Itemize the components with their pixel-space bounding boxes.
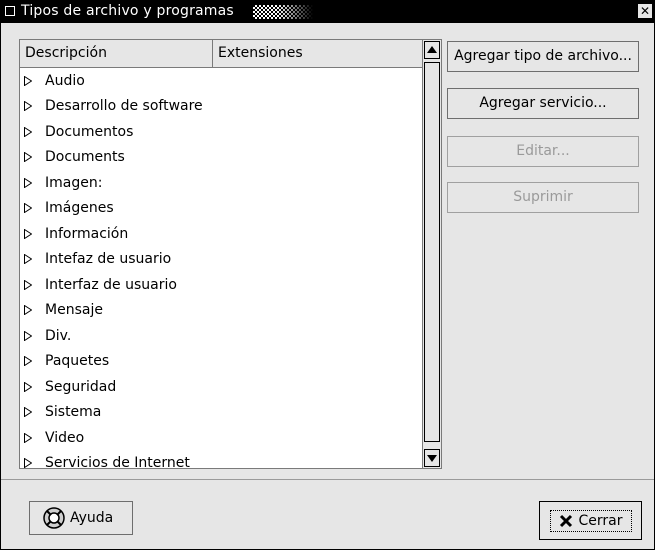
add-file-type-button[interactable]: Agregar tipo de archivo... — [447, 41, 639, 72]
list-header: Descripción Extensiones — [20, 40, 422, 68]
list-item-label: Video — [45, 429, 85, 446]
title-bar[interactable]: Tipos de archivo y programas ✕ — [1, 1, 654, 23]
list-item[interactable]: Sistema — [20, 400, 422, 426]
expander-icon[interactable] — [24, 279, 32, 290]
list-item[interactable]: Documentos — [20, 119, 422, 145]
list-item[interactable]: Paquetes — [20, 349, 422, 375]
expander-icon[interactable] — [24, 356, 32, 367]
list-item[interactable]: Div. — [20, 323, 422, 349]
expander-icon[interactable] — [24, 432, 32, 443]
list-item-label: Imagen: — [45, 174, 103, 191]
list-item-label: Div. — [45, 327, 72, 344]
close-x-icon — [559, 514, 572, 527]
close-window-icon[interactable]: ✕ — [638, 4, 652, 18]
list-item-label: Audio — [45, 72, 85, 89]
help-lifebuoy-icon — [43, 507, 65, 529]
close-button-focus: Cerrar — [549, 509, 632, 532]
arrow-down-icon — [427, 455, 437, 462]
help-button[interactable]: Ayuda — [29, 501, 133, 535]
expander-icon[interactable] — [24, 101, 32, 112]
expander-icon[interactable] — [24, 75, 32, 86]
scrollbar-thumb[interactable] — [424, 62, 440, 442]
close-button-label: Cerrar — [578, 512, 623, 529]
list-item-label: Sistema — [45, 404, 102, 421]
list-item[interactable]: Intefaz de usuario — [20, 247, 422, 273]
vertical-scrollbar[interactable] — [422, 40, 441, 468]
column-header-extensions[interactable]: Extensiones — [213, 40, 422, 67]
expander-icon[interactable] — [24, 330, 32, 341]
arrow-up-icon — [427, 46, 437, 53]
window-menu-icon[interactable] — [5, 6, 15, 16]
list-item-label: Intefaz de usuario — [45, 251, 172, 268]
list-item[interactable]: Audio — [20, 68, 422, 94]
expander-icon[interactable] — [24, 203, 32, 214]
list-item-label: Servicios de Internet — [45, 455, 190, 468]
window-title: Tipos de archivo y programas — [21, 3, 234, 19]
list-item[interactable]: Seguridad — [20, 374, 422, 400]
list-item[interactable]: Mensaje — [20, 298, 422, 324]
list-item[interactable]: Servicios de Internet — [20, 451, 422, 468]
expander-icon[interactable] — [24, 458, 32, 468]
scroll-down-button[interactable] — [424, 449, 440, 467]
expander-icon[interactable] — [24, 407, 32, 418]
expander-icon[interactable] — [24, 152, 32, 163]
list-item-label: Documents — [45, 149, 125, 166]
expander-icon[interactable] — [24, 126, 32, 137]
delete-button[interactable]: Suprimir — [447, 182, 639, 213]
footer-separator — [1, 479, 654, 480]
add-service-button[interactable]: Agregar servicio... — [447, 88, 639, 119]
list-item-label: Seguridad — [45, 378, 117, 395]
list-item[interactable]: Desarrollo de software — [20, 94, 422, 120]
close-button[interactable]: Cerrar — [539, 501, 642, 540]
edit-button[interactable]: Editar... — [447, 136, 639, 167]
list-item-label: Mensaje — [45, 302, 103, 319]
list-item-label: Documentos — [45, 123, 134, 140]
list-rows: Audio Desarrollo de software Documentos … — [20, 68, 422, 468]
list-item[interactable]: Video — [20, 425, 422, 451]
column-header-description[interactable]: Descripción — [20, 40, 213, 67]
file-types-dialog: Tipos de archivo y programas ✕ Descripci… — [0, 0, 655, 550]
list-item[interactable]: Documents — [20, 145, 422, 171]
help-button-label: Ayuda — [70, 510, 114, 526]
list-item-label: Desarrollo de software — [45, 98, 203, 115]
expander-icon[interactable] — [24, 254, 32, 265]
list-item[interactable]: Interfaz de usuario — [20, 272, 422, 298]
expander-icon[interactable] — [24, 228, 32, 239]
list-item[interactable]: Imagen: — [20, 170, 422, 196]
expander-icon[interactable] — [24, 305, 32, 316]
expander-icon[interactable] — [24, 177, 32, 188]
list-item-label: Paquetes — [45, 353, 110, 370]
list-item-label: Imágenes — [45, 200, 114, 217]
list-item-label: Información — [45, 225, 129, 242]
list-item-label: Interfaz de usuario — [45, 276, 177, 293]
title-bar-pattern — [253, 5, 313, 19]
file-type-list: Descripción Extensiones Audio Desarrollo… — [19, 39, 442, 469]
scroll-up-button[interactable] — [424, 41, 440, 59]
expander-icon[interactable] — [24, 381, 32, 392]
list-item[interactable]: Información — [20, 221, 422, 247]
list-item[interactable]: Imágenes — [20, 196, 422, 222]
